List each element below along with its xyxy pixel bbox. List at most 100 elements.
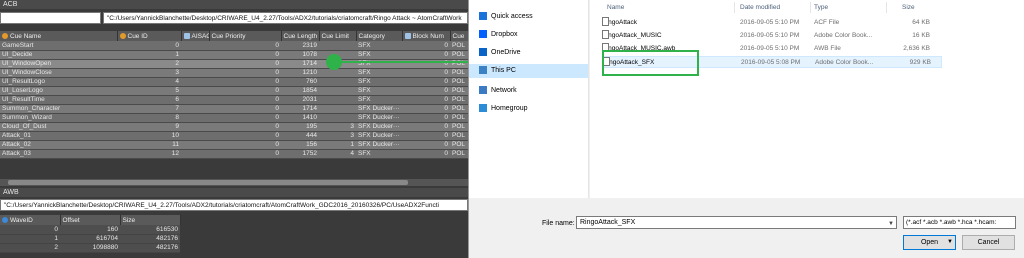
- awb-col-header[interactable]: WaveID: [0, 215, 61, 225]
- awb-col-label: Offset: [62, 216, 80, 224]
- cue-col-header[interactable]: Block Num: [402, 31, 451, 41]
- acb-filter-input[interactable]: [0, 12, 101, 24]
- table-row[interactable]: Attack_03 12 0 1752 4 SFX 0 POL: [0, 149, 468, 159]
- table-row[interactable]: UI_ResultTime 6 0 2031 SFX 0 POL: [0, 95, 468, 105]
- table-cell: 0: [402, 104, 450, 114]
- table-cell: GameStart: [0, 41, 117, 51]
- table-row[interactable]: Summon_Character 7 0 1714 SFX Ducker··· 0 POL: [0, 104, 468, 114]
- file-row[interactable]: RingoAttack_MUSIC 2016-09-05 5:10 PM Adobe…: [602, 30, 942, 42]
- col-type[interactable]: Type: [814, 4, 828, 11]
- table-cell: POL: [450, 41, 468, 51]
- chevron-down-icon[interactable]: ▼: [947, 236, 953, 249]
- table-cell: 0: [402, 140, 450, 150]
- chevron-down-icon[interactable]: ▼: [888, 219, 894, 230]
- cue-col-label: AISAC: [191, 32, 209, 40]
- file-icon: [602, 30, 609, 39]
- table-row[interactable]: 1 616704 482176: [0, 234, 180, 244]
- file-row[interactable]: RingoAttack 2016-09-05 5:10 PM ACF File 64 …: [602, 17, 942, 29]
- table-cell: 1714: [281, 104, 319, 114]
- table-row[interactable]: Attack_01 10 0 444 3 SFX Ducker··· 0 POL: [0, 131, 468, 141]
- cue-col-header[interactable]: Cue Priority: [209, 31, 282, 41]
- table-row[interactable]: UI_LoserLogo 5 0 1854 SFX 0 POL: [0, 86, 468, 96]
- nav-item-label: Network: [491, 87, 517, 94]
- nav-item-onedrive[interactable]: OneDrive: [479, 46, 587, 60]
- file-date-text: 2016-09-05 5:10 PM: [740, 19, 800, 26]
- table-cell: 2: [0, 243, 60, 253]
- table-cell: 3: [117, 68, 181, 78]
- col-name[interactable]: Name: [607, 4, 624, 11]
- table-cell: POL: [450, 95, 468, 105]
- table-row[interactable]: 2 1098880 482176: [0, 243, 180, 253]
- table-row[interactable]: Attack_02 11 0 156 1 SFX Ducker··· 0 POL: [0, 140, 468, 150]
- nav-item-homegroup[interactable]: Homegroup: [479, 102, 587, 116]
- awb-col-label: WaveID: [10, 216, 33, 224]
- column-icon: [404, 32, 411, 39]
- cue-table-scrollbar[interactable]: [0, 179, 468, 186]
- table-cell: SFX: [356, 41, 402, 51]
- acb-path-field[interactable]: "C:/Users/YannickBlanchette/Desktop/CRIW…: [103, 12, 468, 24]
- col-divider: [886, 2, 887, 13]
- cue-icon: [119, 32, 126, 39]
- table-cell: [181, 68, 209, 78]
- cue-col-label: Cue Limit: [321, 32, 349, 40]
- file-date: 2016-09-05 5:10 PM: [740, 30, 799, 42]
- file-size-text: 929 KB: [909, 59, 931, 66]
- table-row[interactable]: UI_ResultLogo 4 0 760 SFX 0 POL: [0, 77, 468, 87]
- table-cell: 0: [402, 50, 450, 60]
- callout-marker: [326, 54, 342, 70]
- awb-path-field[interactable]: "C:/Users/YannickBlanchette/Desktop/CRIW…: [0, 199, 468, 211]
- table-cell: UI_WindowClose: [0, 68, 117, 78]
- table-cell: 156: [281, 140, 319, 150]
- cue-col-label: Cue Name: [10, 32, 42, 40]
- table-cell: 6: [117, 95, 181, 105]
- column-icon: [183, 32, 190, 39]
- awb-col-header[interactable]: Offset: [60, 215, 121, 225]
- cue-col-label: Cue: [452, 32, 465, 40]
- nav-item-dropbox[interactable]: Dropbox: [479, 28, 587, 42]
- cue-col-header[interactable]: Cue Length: [281, 31, 320, 41]
- table-cell: 0: [209, 122, 281, 132]
- scroll-thumb[interactable]: [8, 180, 408, 185]
- cue-col-header[interactable]: Cue Name: [0, 31, 118, 41]
- table-row[interactable]: 0 160 616530: [0, 225, 180, 235]
- awb-col-header[interactable]: Size: [120, 215, 181, 225]
- table-row[interactable]: GameStart 0 0 2319 SFX 0 POL: [0, 41, 468, 51]
- table-cell: SFX Ducker···: [356, 131, 402, 141]
- cue-col-header[interactable]: Category: [356, 31, 403, 41]
- nav-item-network[interactable]: Network: [479, 84, 587, 98]
- cue-col-header[interactable]: Cue ID: [117, 31, 182, 41]
- table-row[interactable]: UI_Decide 1 0 1078 SFX 0 POL: [0, 50, 468, 60]
- file-type-text: Adobe Color Book...: [815, 59, 874, 66]
- table-cell: Summon_Character: [0, 104, 117, 114]
- dialog-footer: File name: RingoAttack_SFX ▼ (*.acf *.ac…: [469, 198, 1024, 258]
- table-cell: 0: [209, 86, 281, 96]
- table-row[interactable]: Cloud_Of_Dust 9 0 195 3 SFX Ducker··· 0 POL: [0, 122, 468, 132]
- table-cell: SFX: [356, 86, 402, 96]
- cue-col-header[interactable]: Cue: [450, 31, 468, 41]
- table-row[interactable]: Summon_Wizard 8 0 1410 SFX Ducker··· 0 POL: [0, 113, 468, 123]
- file-size-text: 64 KB: [912, 19, 930, 26]
- cue-col-label: Cue Priority: [211, 32, 246, 40]
- col-date-modified[interactable]: Date modified: [740, 4, 780, 11]
- file-name: RingoAttack: [602, 17, 694, 29]
- col-size[interactable]: Size: [902, 4, 915, 11]
- table-cell: [181, 59, 209, 69]
- cancel-button[interactable]: Cancel: [962, 235, 1015, 250]
- cue-col-header[interactable]: AISAC: [181, 31, 210, 41]
- table-cell: 444: [281, 131, 319, 141]
- file-name-value: RingoAttack_SFX: [580, 219, 636, 226]
- cue-col-header[interactable]: Cue Limit: [319, 31, 357, 41]
- nav-item-quick-access[interactable]: Quick access: [479, 10, 587, 24]
- table-cell: 0: [402, 41, 450, 51]
- nav-item-this-pc[interactable]: This PC: [469, 64, 588, 78]
- table-cell: 3: [319, 122, 356, 132]
- table-cell: 195: [281, 122, 319, 132]
- file-size: 929 KB: [891, 57, 931, 69]
- table-row[interactable]: UI_WindowClose 3 0 1210 SFX 0 POL: [0, 68, 468, 78]
- open-button[interactable]: Open ▼: [903, 235, 956, 250]
- table-cell: POL: [450, 86, 468, 96]
- col-divider: [734, 2, 735, 13]
- file-name-input[interactable]: RingoAttack_SFX ▼: [576, 216, 897, 229]
- file-type-select[interactable]: (*.acf *.acb *.awb *.hca *.hcam:: [903, 216, 1016, 229]
- table-cell: SFX: [356, 149, 402, 159]
